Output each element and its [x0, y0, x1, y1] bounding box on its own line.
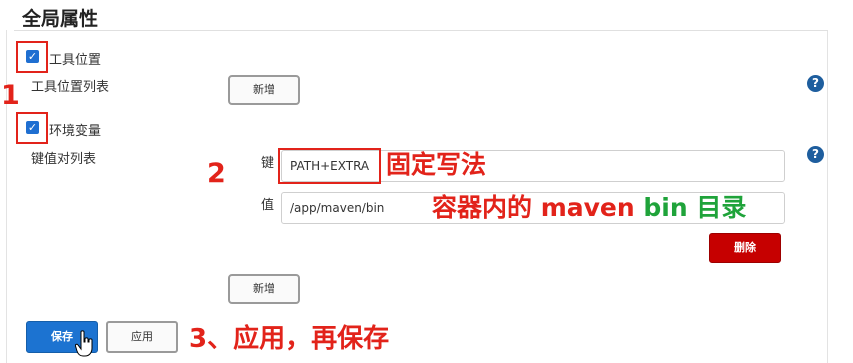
tool-location-list-label: 工具位置列表: [31, 80, 110, 95]
env-vars-list-label: 键值对列表: [31, 152, 97, 167]
help-icon[interactable]: ?: [807, 146, 824, 163]
tool-location-add-button[interactable]: 新增: [228, 75, 300, 105]
annotation-value-note-part3: 目录: [687, 193, 747, 222]
section-divider: [14, 30, 828, 31]
key-label: 键: [261, 156, 275, 171]
annotation-value-note-part1: 容器内的 maven: [432, 193, 644, 222]
hand-cursor-icon: [74, 330, 95, 358]
apply-button[interactable]: 应用: [106, 321, 178, 353]
annotation-key-note: 固定写法: [386, 150, 487, 179]
tool-location-checkbox[interactable]: ✓: [26, 50, 39, 63]
section-title: 全局属性: [22, 8, 99, 30]
annotation-value-note-bin: bin: [643, 193, 688, 222]
tool-location-label: 工具位置: [49, 53, 102, 68]
value-label: 值: [261, 198, 275, 213]
annotation-box-key: [278, 148, 381, 184]
env-vars-add-button[interactable]: 新增: [228, 274, 300, 304]
env-vars-checkbox[interactable]: ✓: [26, 121, 39, 134]
annotation-value-note: 容器内的 maven bin 目录: [432, 188, 746, 224]
help-icon[interactable]: ?: [807, 75, 824, 92]
annotation-step-3: 3、应用，再保存: [189, 324, 390, 354]
env-vars-label: 环境变量: [49, 124, 102, 139]
annotation-step-2: 2: [207, 158, 226, 189]
delete-button[interactable]: 删除: [709, 233, 781, 263]
annotation-step-1: 1: [1, 80, 20, 111]
